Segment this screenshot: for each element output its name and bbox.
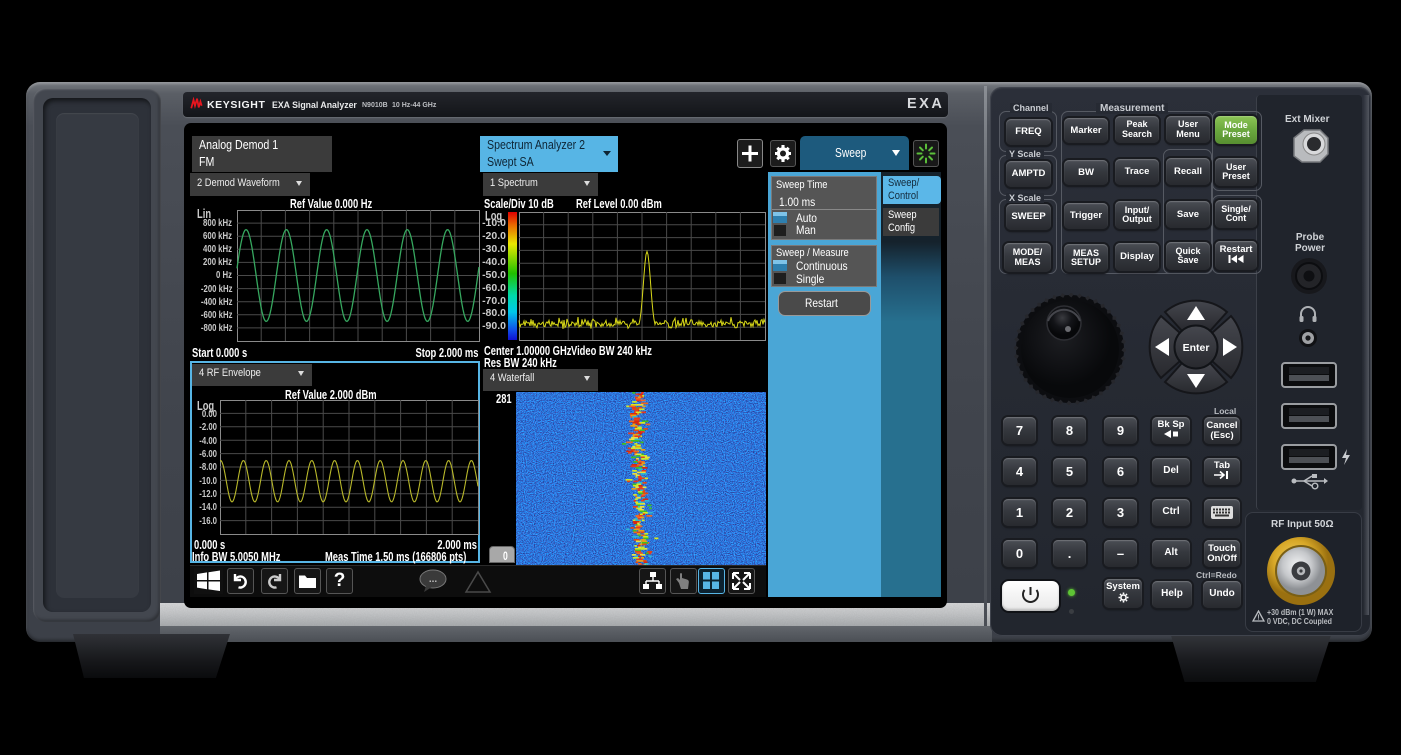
svg-text:...: ... bbox=[429, 574, 438, 585]
svg-text:!: ! bbox=[1257, 615, 1259, 622]
svg-text:Enter: Enter bbox=[1183, 342, 1210, 354]
